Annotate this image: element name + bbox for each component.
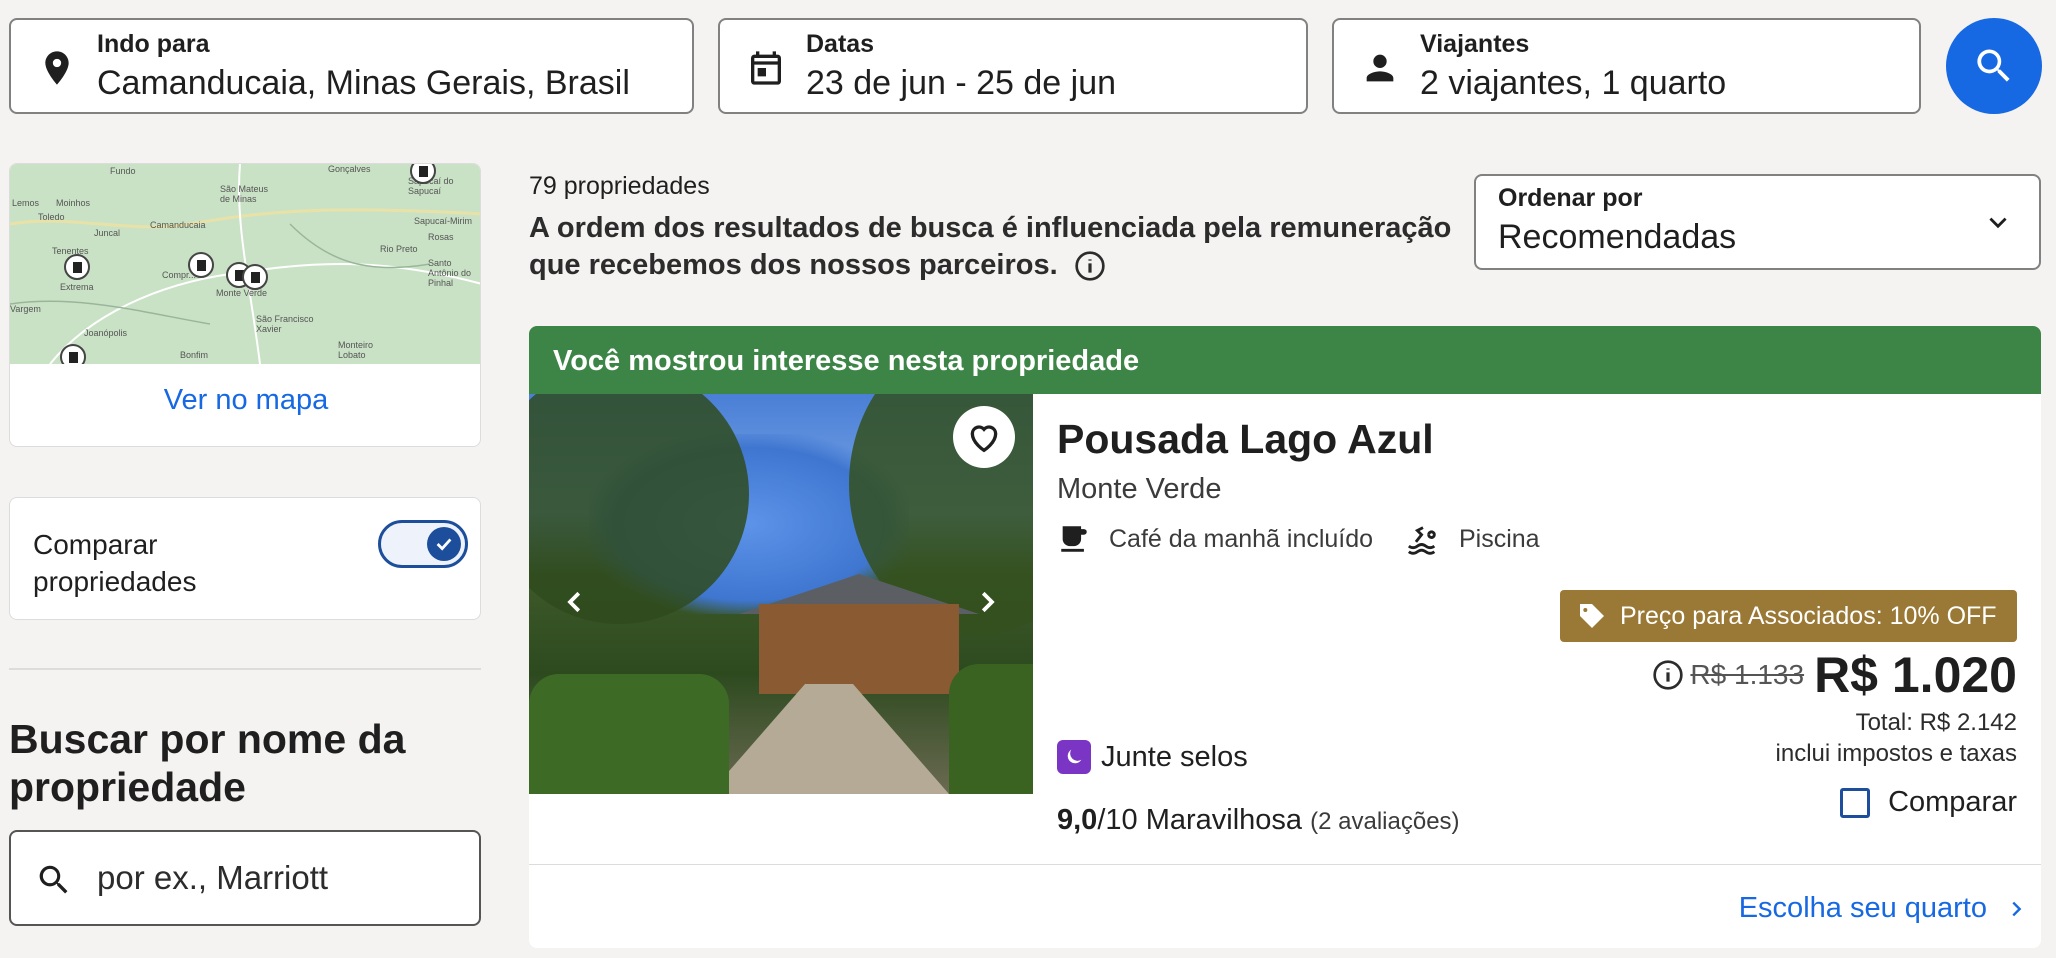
- destination-value: Camanducaia, Minas Gerais, Brasil: [97, 64, 630, 102]
- compare-checkbox-label: Comparar: [1888, 786, 2017, 818]
- member-price-badge: Preço para Associados: 10% OFF: [1560, 590, 2017, 642]
- map-preview[interactable]: Fundo São Mateus de Minas Gonçalves Sapu…: [10, 164, 480, 364]
- sort-dropdown[interactable]: Ordenar por Recomendadas: [1474, 174, 2041, 270]
- search-icon: [39, 865, 68, 894]
- property-location: Monte Verde: [1057, 473, 1222, 505]
- property-name[interactable]: Pousada Lago Azul: [1057, 416, 1434, 463]
- ranking-disclaimer: A ordem dos resultados de busca é influe…: [529, 210, 1459, 284]
- sort-label: Ordenar por: [1498, 184, 1643, 212]
- map-label: Bonfim: [180, 350, 209, 360]
- amenity-breakfast: Café da manhã incluído: [1057, 522, 1373, 556]
- search-by-name-title: Buscar por nome da propriedade: [9, 716, 406, 810]
- compare-checkbox-row[interactable]: Comparar: [1840, 786, 2017, 819]
- loyalty-text: Junte selos: [1101, 740, 1248, 773]
- location-pin-icon: [45, 51, 69, 85]
- property-name-search-field[interactable]: [9, 830, 481, 926]
- map-label: Lemos: [12, 198, 40, 208]
- search-icon: [1977, 49, 2010, 82]
- moon-stamp-icon: [1057, 740, 1091, 774]
- coffee-cup-icon: [1061, 526, 1087, 552]
- member-price-text: Preço para Associados: 10% OFF: [1620, 601, 1997, 630]
- map-label: Santo Antônio do Pinhal: [428, 258, 472, 288]
- dates-field[interactable]: Datas 23 de jun - 25 de jun: [718, 18, 1308, 114]
- tag-icon: [1580, 604, 1604, 628]
- current-price: R$ 1.020: [1814, 647, 2017, 703]
- checkmark-icon: [436, 538, 452, 551]
- hotel-pin-icon[interactable]: [60, 344, 86, 364]
- map-label: Toledo: [38, 212, 65, 222]
- compare-toggle[interactable]: [378, 520, 468, 568]
- favorite-button[interactable]: [953, 406, 1015, 468]
- map-label: Moinhos: [56, 198, 91, 208]
- amenity-label: Piscina: [1459, 524, 1540, 553]
- view-on-map-link[interactable]: Ver no mapa: [10, 384, 480, 417]
- info-icon[interactable]: [1074, 250, 1106, 282]
- map-label: Juncal: [94, 228, 121, 238]
- dates-value: 23 de jun - 25 de jun: [806, 64, 1117, 102]
- guest-rating: 9,0/10 Maravilhosa (2 avaliações): [1057, 804, 1460, 837]
- map-label: Joanópolis: [84, 328, 128, 338]
- chevron-right-icon: [981, 591, 995, 613]
- map-label: Monteiro Lobato: [338, 340, 374, 360]
- chevron-right-icon: [2012, 901, 2022, 916]
- chevron-left-icon: [567, 591, 581, 613]
- map-label: Gonçalves: [328, 164, 371, 174]
- review-count: (2 avaliações): [1310, 808, 1460, 835]
- map-label: Rosas: [428, 232, 454, 242]
- calendar-icon: [751, 51, 781, 85]
- map-label: Monte Verde: [216, 288, 268, 298]
- map-label: Camanducaia: [150, 220, 206, 230]
- rating-score: 9,0: [1057, 804, 1098, 836]
- travelers-label: Viajantes: [1420, 30, 1530, 58]
- map-label: Sapucaí-Mirim: [414, 216, 473, 226]
- pool-icon: [1407, 526, 1436, 555]
- card-divider: [529, 864, 2041, 865]
- property-name-input[interactable]: [97, 856, 457, 900]
- search-button[interactable]: [1946, 18, 2042, 114]
- results-count: 79 propriedades: [529, 172, 710, 200]
- original-price: R$ 1.133: [1690, 659, 1805, 690]
- loyalty-stamps: Junte selos: [1057, 740, 1248, 774]
- hotel-pin-icon[interactable]: [242, 264, 268, 290]
- choose-room-label: Escolha seu quarto: [1738, 892, 1987, 924]
- map-label: Extrema: [60, 282, 94, 292]
- rating-scale: /10: [1097, 804, 1138, 836]
- toggle-knob: [427, 527, 461, 561]
- price-row: R$ 1.133 R$ 1.020: [1652, 646, 2017, 704]
- heart-icon: [970, 425, 998, 453]
- sidebar-divider: [9, 668, 481, 670]
- sort-value: Recomendadas: [1498, 218, 1737, 256]
- map-label: Rio Preto: [380, 244, 418, 254]
- disclaimer-text: A ordem dos resultados de busca é influe…: [529, 212, 1452, 281]
- map-label: São Francisco Xavier: [256, 314, 314, 334]
- destination-field[interactable]: Indo para Camanducaia, Minas Gerais, Bra…: [9, 18, 694, 114]
- property-photo[interactable]: [529, 394, 1033, 794]
- dates-label: Datas: [806, 30, 875, 58]
- compare-properties-label: Comparar propriedades: [33, 529, 197, 597]
- chevron-down-icon: [1989, 217, 2007, 229]
- hotel-pin-icon[interactable]: [188, 252, 214, 278]
- person-icon: [1366, 54, 1394, 82]
- info-icon[interactable]: [1652, 659, 1684, 691]
- taxes-note: inclui impostos e taxas: [1775, 740, 2017, 767]
- next-photo-button[interactable]: [967, 582, 1007, 622]
- map-label: Fundo: [110, 166, 136, 176]
- previous-photo-button[interactable]: [555, 582, 595, 622]
- compare-properties-card: Comparar propriedades: [9, 497, 481, 620]
- travelers-field[interactable]: Viajantes 2 viajantes, 1 quarto: [1332, 18, 1921, 114]
- rating-descriptor: Maravilhosa: [1145, 804, 1303, 836]
- hotel-pin-icon[interactable]: [64, 254, 90, 280]
- choose-room-link[interactable]: Escolha seu quarto: [1739, 892, 2027, 925]
- amenity-pool: Piscina: [1405, 522, 1540, 556]
- compare-checkbox[interactable]: [1840, 787, 1871, 818]
- map-label: Vargem: [10, 304, 41, 314]
- amenity-label: Café da manhã incluído: [1109, 524, 1374, 553]
- total-price: Total: R$ 2.142: [1855, 709, 2017, 736]
- interest-banner: Você mostrou interesse nesta propriedade: [529, 326, 2041, 394]
- map-label: São Mateus de Minas: [220, 184, 269, 204]
- property-card[interactable]: Você mostrou interesse nesta propriedade…: [529, 326, 2041, 948]
- destination-label: Indo para: [97, 30, 210, 58]
- travelers-value: 2 viajantes, 1 quarto: [1420, 64, 1727, 102]
- map-card[interactable]: Fundo São Mateus de Minas Gonçalves Sapu…: [9, 163, 481, 447]
